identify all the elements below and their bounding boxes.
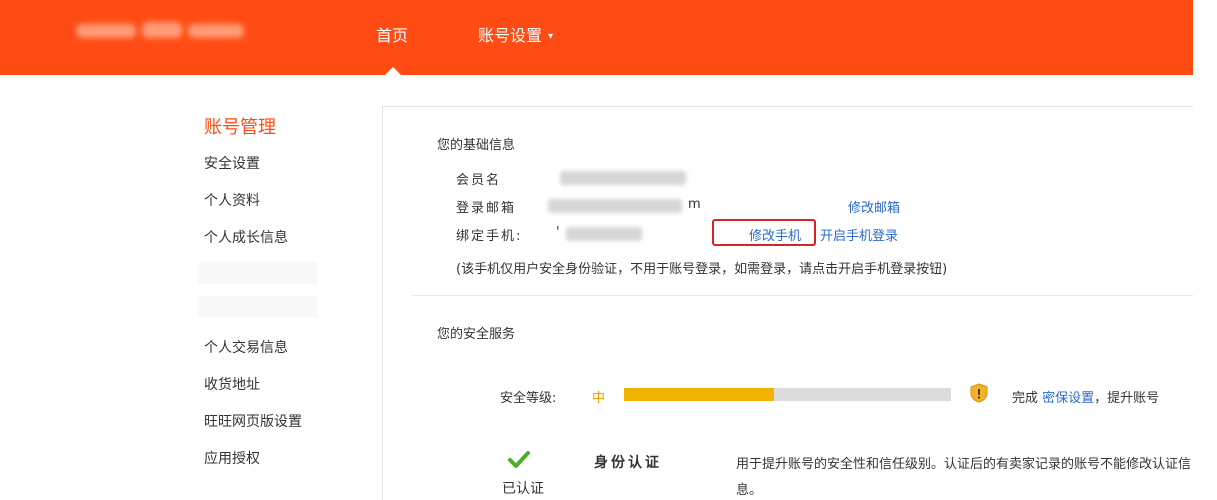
sidebar-item-growth-info[interactable]: 个人成长信息 [204,227,288,247]
security-level-progress-bar [624,388,951,401]
chevron-down-icon: ▾ [548,31,554,42]
shield-warning-icon [970,383,988,403]
section-divider [411,295,1193,296]
sidebar-item-trade-info[interactable]: 个人交易信息 [204,337,288,357]
main-content-panel [382,106,1193,500]
nav-account-settings-label: 账号设置 [478,26,543,45]
bound-phone-label: 绑定手机: [456,229,523,244]
sidebar-item-wangwang-web-settings[interactable]: 旺旺网页版设置 [204,411,302,431]
basic-info-title: 您的基础信息 [437,138,516,153]
check-icon [508,451,530,468]
security-level-label: 安全等级: [500,391,557,406]
security-question-settings-link[interactable]: 密保设置 [1042,391,1094,406]
sidebar-item-shipping-address[interactable]: 收货地址 [204,374,260,394]
change-email-link[interactable]: 修改邮箱 [848,197,900,216]
login-email-label: 登录邮箱 [456,201,517,216]
site-logo[interactable] [72,18,252,44]
login-email-value-masked [548,199,682,213]
nav-account-settings-menu[interactable]: 账号设置 ▾ [478,22,553,46]
complete-prefix: 完成 [1012,391,1039,406]
sidebar-title: 账号管理 [204,117,276,138]
security-level-progress-fill [624,388,775,401]
complete-suffix: ，提升账号 [1094,391,1160,406]
security-service-title: 您的安全服务 [437,327,516,342]
complete-security-prompt: 完成 密保设置，提升账号 [1012,387,1159,406]
identity-verified-status: 已认证 [502,481,544,497]
active-nav-pointer [385,67,401,75]
login-email-suffix: m [688,197,701,212]
nav-home-link[interactable]: 首页 [376,22,408,46]
member-name-label: 会员名 [456,173,502,188]
sidebar-item-app-authorization[interactable]: 应用授权 [204,448,260,468]
bound-phone-value-masked [566,227,642,241]
sidebar-item-security-settings[interactable]: 安全设置 [204,153,260,173]
security-level-value: 中 [592,391,606,406]
sidebar-placeholder [198,296,318,318]
member-name-value-masked [560,171,686,185]
sidebar-placeholder [198,262,318,284]
identity-verification-title: 身份认证 [594,455,662,471]
identity-verification-description: 用于提升账号的安全性和信任级别。认证后的有卖家记录的账号不能修改认证信息。 [736,457,1192,498]
top-navigation-bar: 首页 账号设置 ▾ [0,0,1193,75]
change-phone-link[interactable]: 修改手机 [749,225,801,244]
phone-usage-note: (该手机仅用户安全身份验证，不用于账号登录，如需登录，请点击开启手机登录按钮) [456,262,948,277]
enable-phone-login-link[interactable]: 开启手机登录 [820,225,898,244]
sidebar-item-personal-profile[interactable]: 个人资料 [204,190,260,210]
bound-phone-prefix: ' [556,225,560,240]
